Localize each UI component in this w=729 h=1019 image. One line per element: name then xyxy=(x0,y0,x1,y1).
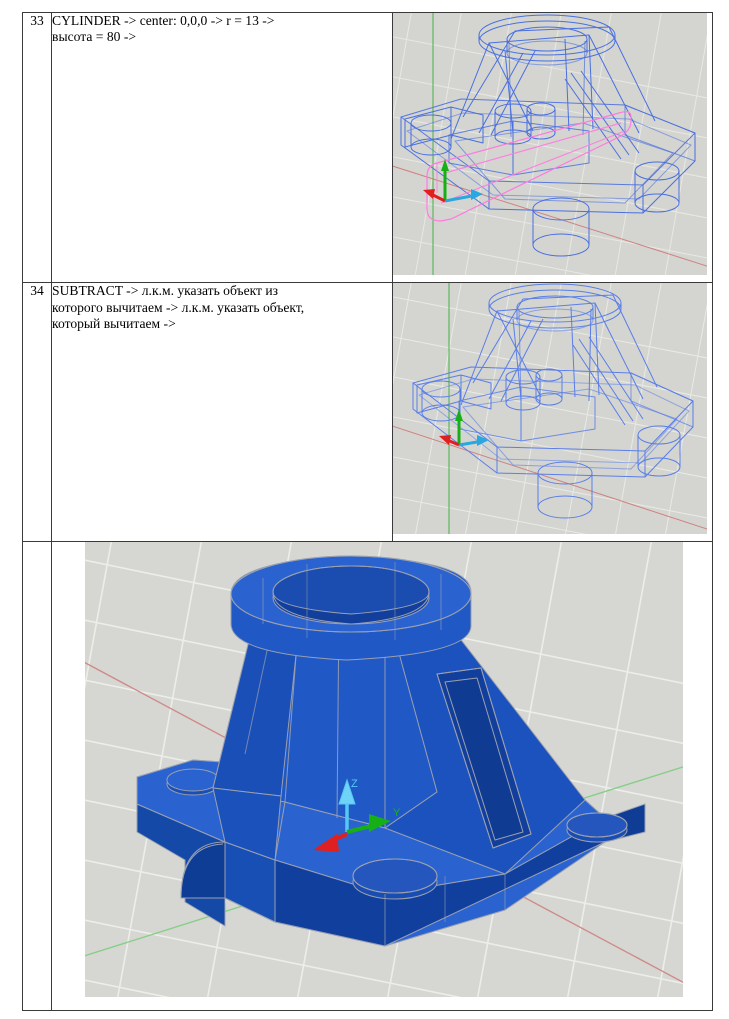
document-page: 33 CYLINDER -> center: 0,0,0 -> r = 13 -… xyxy=(0,0,729,1019)
row-text-line: которого вычитаем -> л.к.м. указать объе… xyxy=(52,299,305,315)
row-number: 33 xyxy=(30,13,44,28)
shaded-solid-drawing: Z Y xyxy=(85,542,684,998)
row-number-cell xyxy=(21,541,53,1011)
row-text-cell: SUBTRACT -> л.к.м. указать объект из кот… xyxy=(51,282,393,543)
big-image-wrapper: Z Y xyxy=(52,542,712,998)
row-wide-image-cell: Z Y xyxy=(51,541,713,1011)
table-row: 34 SUBTRACT -> л.к.м. указать объект из … xyxy=(21,282,714,543)
axis-label-y: Y xyxy=(393,807,401,819)
row-image-cell xyxy=(391,11,714,284)
row-number-cell: 33 xyxy=(21,11,53,284)
autocad-wireframe-viewport xyxy=(393,283,707,535)
autocad-shaded-solid-viewport: Z Y xyxy=(85,542,684,998)
wireframe-drawing xyxy=(393,283,707,535)
axis-label-z: Z xyxy=(351,778,358,790)
row-text-cell: CYLINDER -> center: 0,0,0 -> r = 13 -> в… xyxy=(51,11,393,284)
instruction-table: 33 CYLINDER -> center: 0,0,0 -> r = 13 -… xyxy=(21,11,714,1011)
wireframe-drawing xyxy=(393,13,707,275)
row-text-line: SUBTRACT -> л.к.м. указать объект из xyxy=(52,283,279,299)
row-number-cell: 34 xyxy=(21,282,53,543)
row-text-line: CYLINDER -> center: 0,0,0 -> r = 13 -> xyxy=(52,13,275,28)
table-row: Z Y xyxy=(21,541,713,1011)
autocad-wireframe-viewport xyxy=(393,13,707,275)
row-text-line: который вычитаем -> xyxy=(52,316,176,332)
row-text-line: высота = 80 -> xyxy=(52,29,137,45)
row-number: 34 xyxy=(30,283,44,299)
row-image-cell xyxy=(391,282,714,543)
table-row: 33 CYLINDER -> center: 0,0,0 -> r = 13 -… xyxy=(21,11,714,284)
